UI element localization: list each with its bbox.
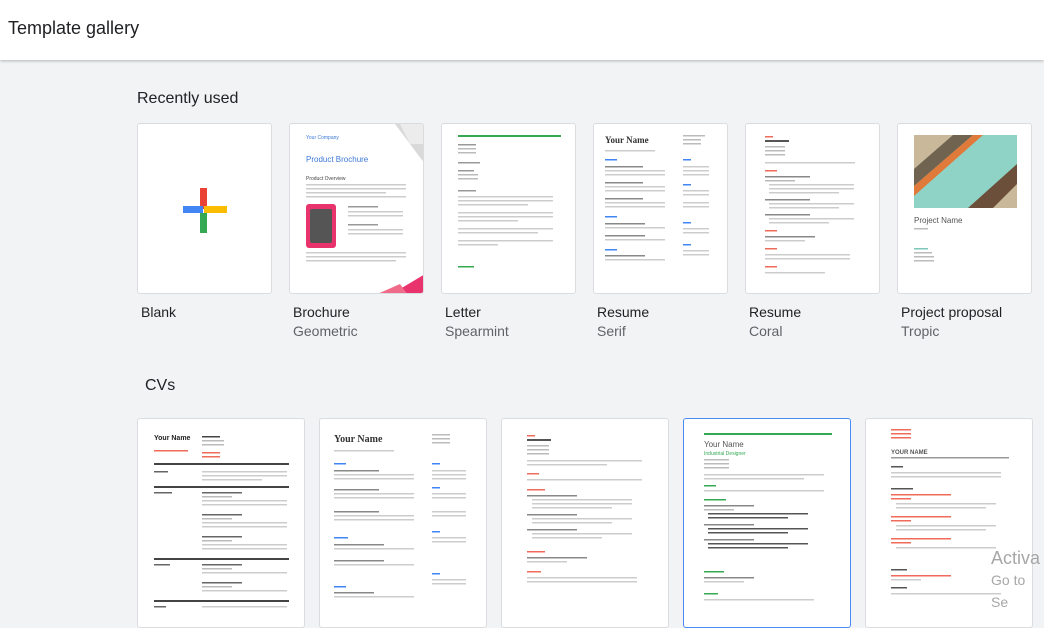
template-sub-letter: Spearmint (445, 323, 509, 339)
brochure-thumbnail: Your Company Product Brochure Product Ov… (306, 124, 423, 293)
cv-card-4[interactable]: Your Name Industrial Designer (683, 418, 851, 628)
template-name-resume-coral[interactable]: Resume (749, 304, 801, 320)
template-name-project-proposal[interactable]: Project proposal (901, 304, 1002, 320)
cv4-name-text: Your Name (704, 440, 744, 449)
watermark-line-2: Go to Se (991, 572, 1026, 610)
template-card-project-proposal[interactable]: Project Name (897, 123, 1032, 294)
cv-4-thumbnail: Your Name Industrial Designer (704, 433, 832, 601)
brochure-title-text: Product Brochure (306, 155, 369, 164)
template-card-brochure[interactable]: Your Company Product Brochure Product Ov… (289, 123, 424, 294)
template-name-resume-serif[interactable]: Resume (597, 304, 649, 320)
letter-thumbnail (458, 135, 561, 268)
template-card-resume-serif[interactable]: Your Name (593, 123, 728, 294)
cv-card-3[interactable] (501, 418, 669, 628)
template-name-brochure[interactable]: Brochure (293, 304, 350, 320)
cv4-role-text: Industrial Designer (704, 451, 746, 457)
brochure-section-text: Product Overview (306, 176, 346, 182)
resume-serif-thumbnail: Your Name (605, 135, 709, 261)
template-name-letter[interactable]: Letter (445, 304, 481, 320)
cv5-name-text: YOUR NAME (891, 450, 928, 456)
activation-watermark: Activa Go to Se (991, 547, 1044, 613)
project-proposal-thumbnail: Project Name (914, 135, 1017, 262)
resume-coral-thumbnail (765, 136, 855, 274)
section-title-recently-used: Recently used (137, 90, 239, 107)
brochure-company-text: Your Company (306, 135, 339, 141)
template-sub-brochure: Geometric (293, 323, 358, 339)
resume-name-text: Your Name (605, 135, 649, 145)
cv-3-thumbnail (527, 435, 642, 583)
template-card-resume-coral[interactable] (745, 123, 880, 294)
template-card-letter[interactable] (441, 123, 576, 294)
cv1-name-text: Your Name (154, 435, 191, 442)
cv2-name-text: Your Name (334, 434, 383, 445)
page-title: Template gallery (8, 18, 140, 38)
section-title-cvs: CVs (145, 377, 176, 394)
watermark-line-1: Activa (991, 548, 1041, 568)
plus-icon (183, 188, 227, 233)
cv-card-1[interactable]: Your Name (137, 418, 305, 628)
cv-1-thumbnail: Your Name (154, 435, 289, 608)
template-sub-resume-coral: Coral (749, 323, 783, 339)
cv-card-2[interactable]: Your Name (319, 418, 487, 628)
template-name-blank[interactable]: Blank (141, 304, 176, 320)
template-sub-project-proposal: Tropic (901, 323, 940, 339)
proposal-title-text: Project Name (914, 216, 963, 225)
template-card-blank[interactable] (137, 123, 272, 294)
top-app-bar: Template gallery (0, 0, 1044, 60)
cv-2-thumbnail: Your Name (334, 434, 466, 598)
template-sub-resume-serif: Serif (597, 323, 626, 339)
